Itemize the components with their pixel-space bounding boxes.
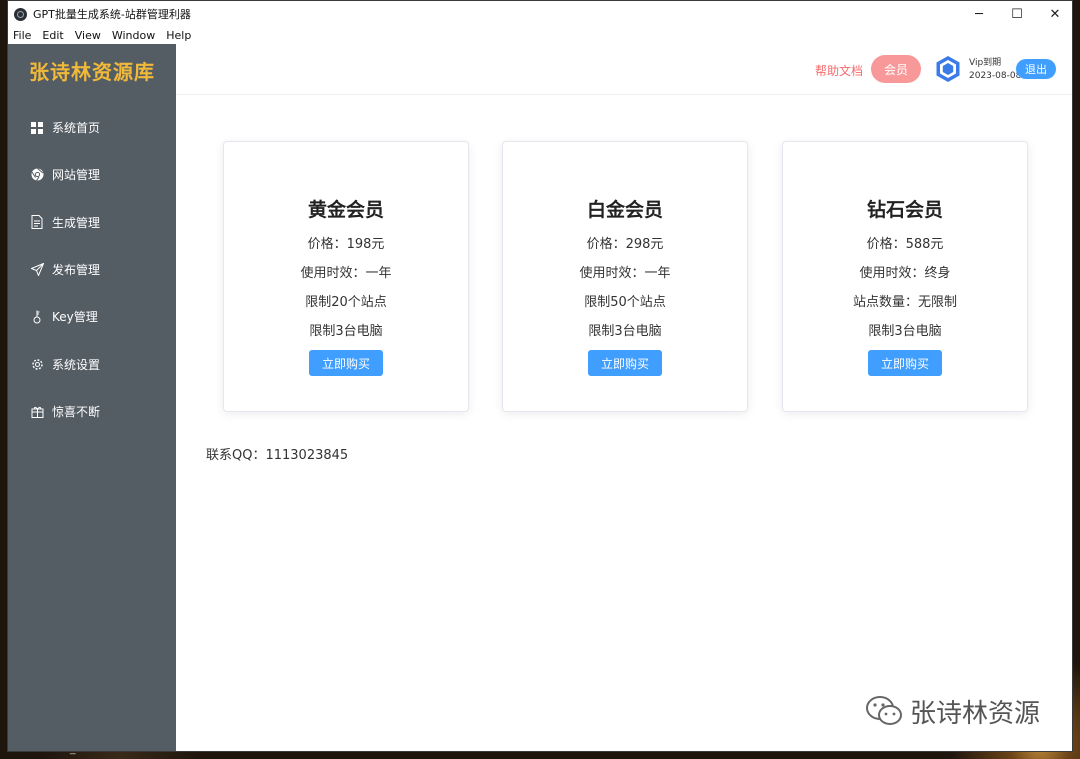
menu-window[interactable]: Window <box>112 29 155 42</box>
plan-title: 黄金会员 <box>307 199 384 221</box>
sidebar-item-label: 惊喜不断 <box>52 404 101 419</box>
sidebar-item-surprise[interactable]: 惊喜不断 <box>8 388 176 435</box>
plan-duration: 使用时效：一年 <box>300 266 392 281</box>
brand-title: 张诗林资源库 <box>29 59 155 84</box>
plan-price: 价格：588元 <box>866 237 944 252</box>
app-icon <box>14 7 27 21</box>
gear-icon <box>30 357 44 371</box>
sidebar-item-generate[interactable]: 生成管理 <box>8 199 176 246</box>
watermark-text: 张诗林资源 <box>910 698 1041 729</box>
title-bar[interactable]: GPT批量生成系统-站群管理利器 ─ ☐ ✕ <box>8 1 1072 27</box>
minimize-button[interactable]: ─ <box>960 1 998 27</box>
plan-price: 价格：298元 <box>586 237 664 252</box>
close-button[interactable]: ✕ <box>1036 1 1072 27</box>
plan-card-gold: 黄金会员 价格：198元 使用时效：一年 限制20个站点 限制3台电脑 立即购买 <box>223 141 469 412</box>
maximize-button[interactable]: ☐ <box>998 1 1036 27</box>
vip-expiry-date: 2023-08-08 <box>969 71 1022 81</box>
sidebar-item-keys[interactable]: Key管理 <box>8 293 176 340</box>
plan-site-limit: 站点数量：无限制 <box>852 295 957 310</box>
main-content: 黄金会员 价格：198元 使用时效：一年 限制20个站点 限制3台电脑 立即购买… <box>176 96 1072 751</box>
grid-icon <box>30 121 44 135</box>
sidebar-item-label: 系统首页 <box>52 121 101 136</box>
sidebar-item-label: 系统设置 <box>52 357 101 372</box>
plan-title: 白金会员 <box>586 199 663 221</box>
sidebar: 张诗林资源库 系统首页 网站管理 生成管理 发布管理 Key管理 系统设置 惊喜… <box>8 44 176 751</box>
logout-button[interactable]: 退出 <box>1016 59 1056 79</box>
menu-help[interactable]: Help <box>166 29 191 42</box>
sidebar-item-label: 生成管理 <box>52 215 101 230</box>
buy-diamond-button[interactable]: 立即购买 <box>868 350 942 376</box>
menu-view[interactable]: View <box>75 29 101 42</box>
plan-card-platinum: 白金会员 价格：298元 使用时效：一年 限制50个站点 限制3台电脑 立即购买 <box>502 141 748 412</box>
plan-card-diamond: 钻石会员 价格：588元 使用时效：终身 站点数量：无限制 限制3台电脑 立即购… <box>782 141 1028 412</box>
help-docs-link[interactable]: 帮助文档 <box>815 62 863 79</box>
document-icon <box>30 215 44 230</box>
gift-icon <box>30 404 44 418</box>
sidebar-item-label: 发布管理 <box>52 263 101 278</box>
plan-site-limit: 限制50个站点 <box>584 295 666 310</box>
sidebar-item-publish[interactable]: 发布管理 <box>8 246 176 293</box>
key-icon <box>30 310 44 324</box>
menu-edit[interactable]: Edit <box>42 29 63 42</box>
plan-price: 价格：198元 <box>307 237 385 252</box>
sidebar-item-label: Key管理 <box>52 310 98 325</box>
sidebar-item-sites[interactable]: 网站管理 <box>8 151 176 198</box>
app-window: GPT批量生成系统-站群管理利器 ─ ☐ ✕ File Edit View Wi… <box>7 0 1073 752</box>
plan-title: 钻石会员 <box>866 199 943 221</box>
menu-file[interactable]: File <box>13 29 31 42</box>
chrome-icon <box>30 168 44 182</box>
sidebar-item-label: 网站管理 <box>52 168 101 183</box>
avatar[interactable] <box>934 55 962 83</box>
buy-platinum-button[interactable]: 立即购买 <box>588 350 662 376</box>
plan-duration: 使用时效：终身 <box>859 266 951 281</box>
plan-device-limit: 限制3台电脑 <box>868 324 942 339</box>
send-icon <box>30 263 44 277</box>
sidebar-nav: 系统首页 网站管理 生成管理 发布管理 Key管理 系统设置 惊喜不断 <box>8 104 176 435</box>
top-header: 帮助文档 会员 Vip到期 2023-08-08 退出 <box>176 44 1072 95</box>
plan-site-limit: 限制20个站点 <box>305 295 387 310</box>
plan-device-limit: 限制3台电脑 <box>588 324 662 339</box>
menu-bar: File Edit View Window Help <box>8 27 1072 44</box>
window-controls: ─ ☐ ✕ <box>960 1 1072 27</box>
sidebar-item-settings[interactable]: 系统设置 <box>8 340 176 387</box>
contact-qq: 联系QQ：1113023845 <box>206 448 349 463</box>
plan-device-limit: 限制3台电脑 <box>309 324 383 339</box>
member-button[interactable]: 会员 <box>871 55 921 83</box>
watermark: 张诗林资源 <box>864 694 1041 729</box>
wechat-icon <box>866 696 902 725</box>
buy-gold-button[interactable]: 立即购买 <box>309 350 383 376</box>
hexagon-logo-icon <box>936 56 960 82</box>
plan-duration: 使用时效：一年 <box>579 266 671 281</box>
sidebar-item-home[interactable]: 系统首页 <box>8 104 176 151</box>
window-title: GPT批量生成系统-站群管理利器 <box>33 8 191 21</box>
vip-expiry-label: Vip到期 <box>969 58 1002 68</box>
